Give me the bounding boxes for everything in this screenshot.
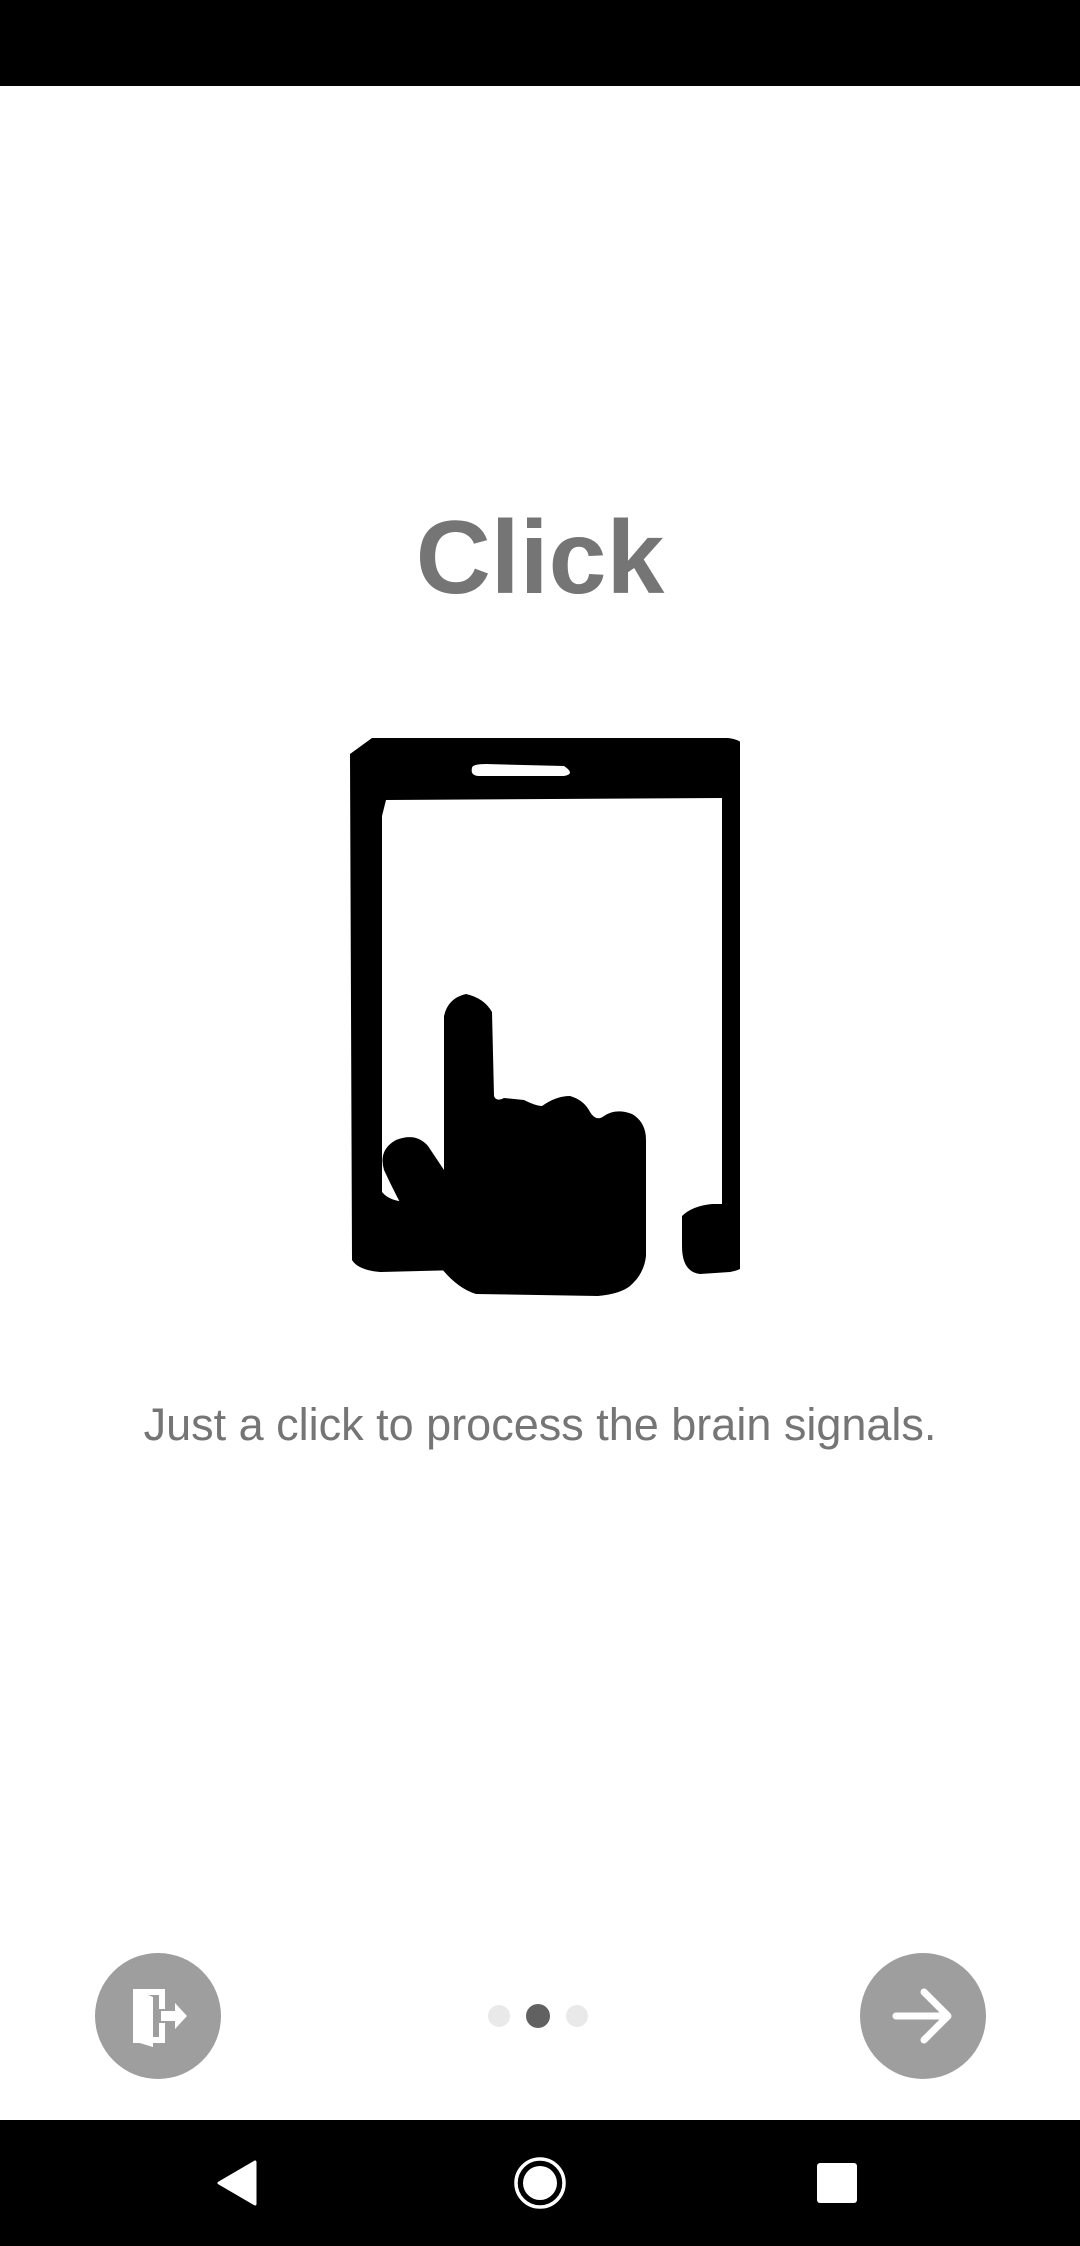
- nav-recents-button[interactable]: [777, 2120, 897, 2246]
- nav-back-button[interactable]: [180, 2120, 300, 2246]
- tablet-tap-icon: [350, 738, 740, 1296]
- page-title: Click: [415, 500, 665, 616]
- nav-home-button[interactable]: [480, 2120, 600, 2246]
- recents-square-icon: [817, 2163, 857, 2203]
- exit-door-icon: [133, 1989, 187, 2047]
- page-indicator: [488, 2003, 588, 2029]
- page-dot-active: [526, 2004, 550, 2028]
- arrow-right-icon: [892, 1988, 952, 2044]
- onboarding-screen: Click Just a click to process the brain …: [0, 86, 1080, 2120]
- page-dot: [566, 2005, 588, 2027]
- exit-button[interactable]: [95, 1953, 221, 2079]
- home-circle-icon: [514, 2157, 566, 2209]
- status-bar: [0, 0, 1080, 86]
- description-text: Just a click to process the brain signal…: [143, 1399, 937, 1450]
- navigation-bar: [0, 2120, 1080, 2246]
- page-dot: [488, 2005, 510, 2027]
- back-triangle-icon: [217, 2160, 257, 2206]
- next-button[interactable]: [860, 1953, 986, 2079]
